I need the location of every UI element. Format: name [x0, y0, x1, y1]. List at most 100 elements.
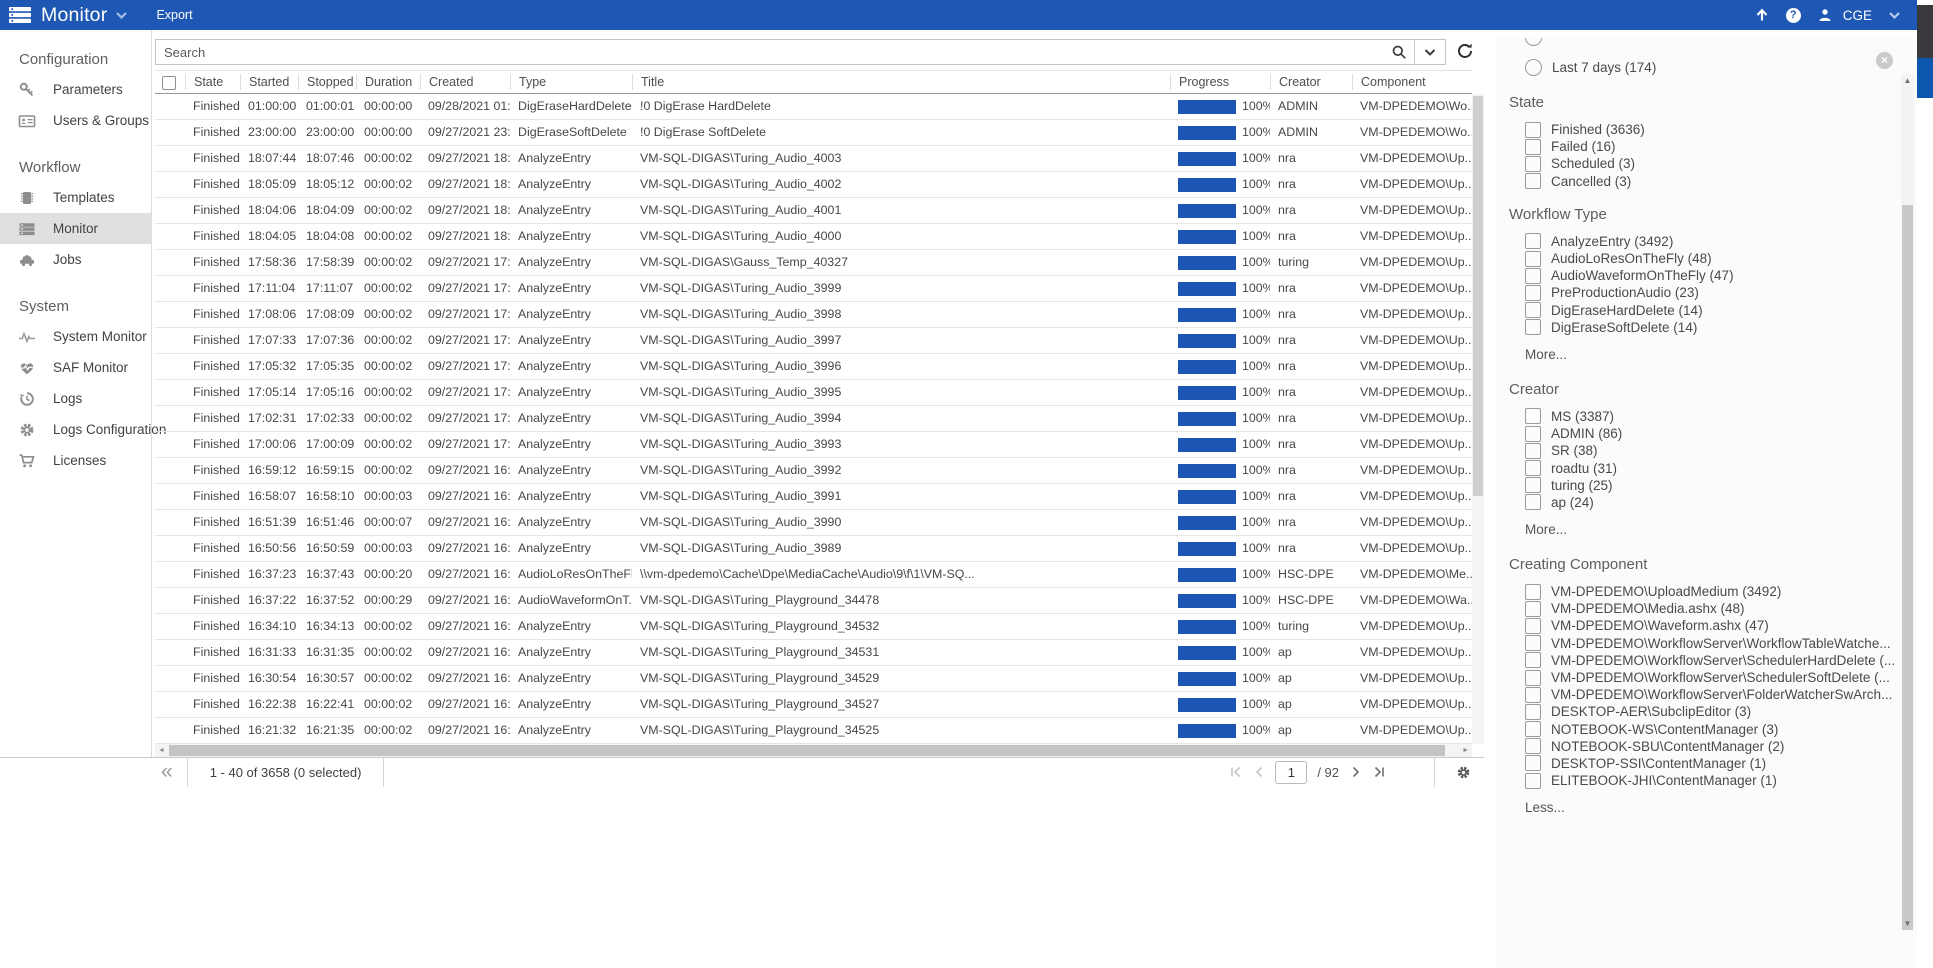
table-row[interactable]: Finished16:51:3916:51:4600:00:0709/27/20… [155, 510, 1472, 536]
filter-option[interactable]: VM-DPEDEMO\WorkflowServer\WorkflowTableW… [1525, 635, 1895, 652]
filter-option[interactable]: NOTEBOOK-WS\ContentManager (3) [1525, 721, 1895, 738]
column-header-creator[interactable]: Creator [1270, 74, 1352, 90]
filter-option[interactable]: SR (38) [1525, 442, 1895, 459]
search-icon[interactable] [1384, 44, 1414, 60]
table-row[interactable]: Finished18:05:0918:05:1200:00:0209/27/20… [155, 172, 1472, 198]
first-page-button[interactable] [1229, 765, 1243, 779]
checkbox-icon[interactable] [1525, 584, 1541, 600]
settings-gear-icon[interactable] [1455, 764, 1472, 781]
table-row[interactable]: Finished23:00:0023:00:0000:00:0009/27/20… [155, 120, 1472, 146]
filter-option[interactable]: Cancelled (3) [1525, 173, 1895, 190]
checkbox-icon[interactable] [1525, 477, 1541, 493]
close-icon[interactable]: × [1876, 52, 1893, 69]
column-header-created[interactable]: Created [420, 74, 510, 90]
filter-option[interactable]: VM-DPEDEMO\UploadMedium (3492) [1525, 583, 1895, 600]
help-icon[interactable]: ? [1786, 8, 1801, 23]
table-row[interactable]: Finished17:05:1417:05:1600:00:0209/27/20… [155, 380, 1472, 406]
table-row[interactable]: Finished17:00:0617:00:0900:00:0209/27/20… [155, 432, 1472, 458]
filter-option[interactable]: roadtu (31) [1525, 459, 1895, 476]
refresh-icon[interactable] [1456, 42, 1474, 65]
collapse-sidebar-button[interactable]: « [161, 759, 173, 785]
filter-option[interactable]: PreProductionAudio (23) [1525, 284, 1895, 301]
sidebar-item-system-monitor[interactable]: System Monitor [0, 321, 151, 352]
sidebar-item-logs-configuration[interactable]: Logs Configuration [0, 414, 151, 445]
user-initials[interactable]: CGE [1843, 8, 1872, 23]
sidebar-item-logs[interactable]: Logs [0, 383, 151, 414]
checkbox-icon[interactable] [1525, 233, 1541, 249]
checkbox-icon[interactable] [1525, 755, 1541, 771]
column-header-started[interactable]: Started [240, 74, 298, 90]
filter-option[interactable]: VM-DPEDEMO\WorkflowServer\SchedulerHardD… [1525, 652, 1895, 669]
filter-more-link[interactable]: More... [1525, 347, 1917, 365]
checkbox-icon[interactable] [1525, 670, 1541, 686]
vertical-scrollbar-thumb[interactable] [1473, 96, 1483, 496]
column-header-state[interactable]: State [185, 74, 240, 90]
checkbox-icon[interactable] [1525, 426, 1541, 442]
checkbox-icon[interactable] [1525, 285, 1541, 301]
table-horizontal-scrollbar[interactable]: ◄ ► [155, 744, 1472, 757]
table-row[interactable]: Finished17:08:0617:08:0900:00:0209/27/20… [155, 302, 1472, 328]
sidebar-item-parameters[interactable]: Parameters [0, 74, 151, 105]
scroll-right-arrow-icon[interactable]: ► [1462, 747, 1469, 754]
search-options-chevron-down-icon[interactable] [1415, 44, 1445, 60]
user-icon[interactable] [1817, 7, 1833, 23]
column-header-duration[interactable]: Duration [356, 74, 420, 90]
select-all-checkbox[interactable] [162, 76, 176, 90]
search-input[interactable] [156, 40, 1384, 64]
column-header-type[interactable]: Type [510, 74, 632, 90]
upload-icon[interactable] [1754, 7, 1770, 23]
radio-icon[interactable] [1525, 59, 1542, 76]
table-row[interactable]: Finished17:07:3317:07:3600:00:0209/27/20… [155, 328, 1472, 354]
scroll-up-arrow-icon[interactable]: ▲ [1901, 76, 1914, 85]
column-header-title[interactable]: Title [632, 74, 1170, 90]
horizontal-scrollbar-thumb[interactable] [169, 745, 1445, 756]
filter-option[interactable]: NOTEBOOK-SBU\ContentManager (2) [1525, 738, 1895, 755]
filter-option[interactable]: AnalyzeEntry (3492) [1525, 233, 1895, 250]
checkbox-icon[interactable] [1525, 773, 1541, 789]
checkbox-icon[interactable] [1525, 319, 1541, 335]
filter-option[interactable]: VM-DPEDEMO\WorkflowServer\FolderWatcherS… [1525, 686, 1895, 703]
checkbox-icon[interactable] [1525, 704, 1541, 720]
table-row[interactable]: Finished17:02:3117:02:3300:00:0209/27/20… [155, 406, 1472, 432]
filter-option[interactable]: VM-DPEDEMO\WorkflowServer\SchedulerSoftD… [1525, 669, 1895, 686]
sidebar-item-monitor[interactable]: Monitor [0, 213, 151, 244]
table-row[interactable]: Finished18:04:0618:04:0900:00:0209/27/20… [155, 198, 1472, 224]
table-row[interactable]: Finished16:22:3816:22:4100:00:0209/27/20… [155, 692, 1472, 718]
filter-more-link[interactable]: More... [1525, 522, 1917, 540]
filter-less-link[interactable]: Less... [1525, 800, 1917, 818]
table-vertical-scrollbar[interactable] [1472, 94, 1484, 744]
checkbox-icon[interactable] [1525, 173, 1541, 189]
filter-option[interactable]: DigEraseHardDelete (14) [1525, 302, 1895, 319]
filter-option[interactable]: VM-DPEDEMO\Waveform.ashx (47) [1525, 617, 1895, 634]
table-row[interactable]: Finished16:31:3316:31:3500:00:0209/27/20… [155, 640, 1472, 666]
menu-export[interactable]: Export [156, 8, 192, 22]
filter-option[interactable]: DigEraseSoftDelete (14) [1525, 319, 1895, 336]
table-row[interactable]: Finished16:34:1016:34:1300:00:0209/27/20… [155, 614, 1472, 640]
filter-option[interactable]: DESKTOP-AER\SubclipEditor (3) [1525, 703, 1895, 720]
last-page-button[interactable] [1372, 765, 1386, 779]
sidebar-item-users-groups[interactable]: Users & Groups [0, 105, 151, 136]
filter-option[interactable]: VM-DPEDEMO\Media.ashx (48) [1525, 600, 1895, 617]
table-row[interactable]: Finished16:50:5616:50:5900:00:0309/27/20… [155, 536, 1472, 562]
sidebar-item-saf-monitor[interactable]: SAF Monitor [0, 352, 151, 383]
scroll-left-arrow-icon[interactable]: ◄ [158, 747, 165, 754]
table-row[interactable]: Finished01:00:0001:00:0100:00:0009/28/20… [155, 94, 1472, 120]
user-menu-chevron-down-icon[interactable] [1888, 11, 1901, 20]
filter-option[interactable]: ap (24) [1525, 494, 1895, 511]
table-row[interactable]: Finished16:59:1216:59:1500:00:0209/27/20… [155, 458, 1472, 484]
checkbox-icon[interactable] [1525, 460, 1541, 476]
table-row[interactable]: Finished18:07:4418:07:4600:00:0209/27/20… [155, 146, 1472, 172]
checkbox-icon[interactable] [1525, 738, 1541, 754]
filter-option[interactable]: Failed (16) [1525, 138, 1895, 155]
sidebar-item-jobs[interactable]: Jobs [0, 244, 151, 275]
checkbox-icon[interactable] [1525, 268, 1541, 284]
table-row[interactable]: Finished16:21:3216:21:3500:00:0209/27/20… [155, 718, 1472, 744]
table-row[interactable]: Finished16:58:0716:58:1000:00:0309/27/20… [155, 484, 1472, 510]
checkbox-icon[interactable] [1525, 443, 1541, 459]
table-row[interactable]: Finished17:11:0417:11:0700:00:0209/27/20… [155, 276, 1472, 302]
filter-option[interactable]: Scheduled (3) [1525, 155, 1895, 172]
app-switcher-chevron-down-icon[interactable] [115, 11, 128, 20]
checkbox-icon[interactable] [1525, 251, 1541, 267]
filter-option[interactable]: AudioWaveformOnTheFly (47) [1525, 267, 1895, 284]
filter-option[interactable]: ELITEBOOK-JHI\ContentManager (1) [1525, 772, 1895, 789]
